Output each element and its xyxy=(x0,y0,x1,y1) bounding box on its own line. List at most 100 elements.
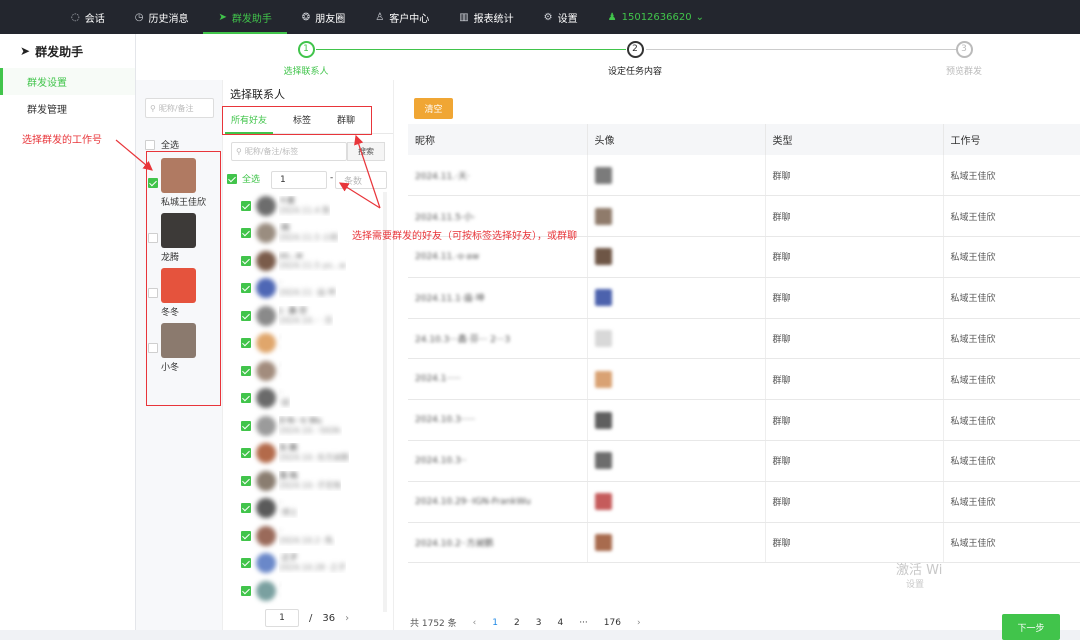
contact-row[interactable]: · · xyxy=(241,577,391,605)
step-3-label: 预览群发 xyxy=(945,67,982,77)
contact-remark: 2024.10.28 ·之子 xyxy=(279,563,346,573)
avatar xyxy=(594,534,612,552)
sidebar: ➤ 群发助手 群发设置 群发管理 xyxy=(0,34,136,630)
search-icon: ⚲ xyxy=(150,103,156,113)
contact-row[interactable]: 东·鹏 2024.10.·东方昶鹏 xyxy=(241,440,391,468)
contact-search-input[interactable]: ⚲ 昵称/备注/标签 xyxy=(231,142,347,161)
cell-nickname: 2024.1····· xyxy=(408,358,588,401)
contact-row[interactable]: · 2024.11 ·庙·坤 xyxy=(241,275,391,303)
nav-item-4[interactable]: ♙ 客户中心 xyxy=(360,0,444,34)
contact-text: · ·博士 xyxy=(279,498,298,518)
contact-name: · xyxy=(279,360,282,370)
avatar xyxy=(594,289,612,307)
nav-item-6[interactable]: ⚙ 设置 xyxy=(529,0,593,34)
contact-row[interactable]: vo...w 2024.11.5 yo...w xyxy=(241,247,391,275)
checkbox[interactable] xyxy=(241,200,251,211)
page-number[interactable]: ··· xyxy=(579,618,588,628)
sidebar-item-mass-send-manage[interactable]: 群发管理 xyxy=(0,95,135,122)
contact-row[interactable]: L· 鑫·芬 2024.10.·· ·芬 xyxy=(241,302,391,330)
avatar xyxy=(256,498,276,519)
contact-row[interactable]: 落·梅 2024.10.·子无悔 xyxy=(241,467,391,495)
contact-list: 十度 2024.11.4 数 ·刚 2024.11.5 小刚 vo...w 2024.11… xyxy=(241,192,391,612)
chevron-right-icon[interactable]: › xyxy=(637,618,641,628)
contact-text: ·刚 2024.11.5 小刚 xyxy=(279,223,338,243)
contact-name: 十度 xyxy=(279,195,295,205)
nav-item-1[interactable]: ◷ 历史消息 xyxy=(120,0,204,34)
contact-row[interactable]: ·之子 2024.10.28 ·之子 xyxy=(241,550,391,578)
range-from-input[interactable]: 1 xyxy=(271,171,327,189)
contact-pager: 1 / 36 › xyxy=(265,608,391,628)
next-step-button[interactable]: 下一步 xyxy=(1002,614,1060,640)
contact-text: · 2024.10.2··角. xyxy=(279,526,335,546)
contact-text: ·之子 2024.10.28 ·之子 xyxy=(279,553,346,573)
contact-row[interactable]: · ·博士 xyxy=(241,495,391,523)
contact-row[interactable]: · ·越 xyxy=(241,385,391,413)
contact-search-button[interactable]: 搜索 xyxy=(347,142,385,161)
contact-row[interactable]: 十度 2024.11.4 数 xyxy=(241,192,391,220)
checkbox[interactable] xyxy=(145,139,155,150)
cell-work-account: 私域王佳欣 xyxy=(943,399,1080,442)
account-select-all[interactable]: 全选 xyxy=(145,138,179,151)
cell-avatar xyxy=(587,195,766,238)
row-nickname: 2024.11.1·庙·坤 xyxy=(415,294,485,305)
cell-work-account: 私域王佳欣 xyxy=(943,318,1080,360)
user-icon: ♟ xyxy=(607,11,617,23)
page-number[interactable]: 1 xyxy=(492,618,498,628)
gear-icon: ⚙ xyxy=(543,11,553,23)
contact-list-scrollbar[interactable] xyxy=(383,192,387,612)
contact-select-all[interactable]: 全选 xyxy=(227,172,260,185)
contact-text: · ·越 xyxy=(279,388,290,408)
checkbox[interactable] xyxy=(241,585,251,596)
contact-text: 落·梅 2024.10.·子无悔 xyxy=(279,471,341,491)
clear-button[interactable]: 清空 xyxy=(414,98,453,119)
nav-item-label: 历史消息 xyxy=(148,13,189,25)
range-to-input[interactable]: 条数 xyxy=(335,171,387,189)
checkbox[interactable] xyxy=(241,283,251,294)
user-menu[interactable]: ♟ 15012636620 ⌄ xyxy=(593,0,719,34)
checkbox[interactable] xyxy=(241,558,251,569)
checkbox[interactable] xyxy=(241,475,251,486)
page-number[interactable]: 2 xyxy=(514,618,520,628)
checkbox[interactable] xyxy=(241,530,251,541)
sidebar-item-mass-send-settings[interactable]: 群发设置 xyxy=(0,68,135,95)
account-search-input[interactable]: ⚲ 昵称/备注 xyxy=(145,98,214,118)
cell-type: 群聊 xyxy=(765,481,944,523)
checkbox[interactable] xyxy=(241,393,251,404)
chevron-right-icon[interactable]: › xyxy=(345,613,349,624)
cell-avatar xyxy=(587,522,766,564)
col-header-work-account: 工作号 xyxy=(943,124,1080,155)
contact-page-input[interactable]: 1 xyxy=(265,609,299,627)
contact-row[interactable]: · 2024.10.2··角. xyxy=(241,522,391,550)
cell-work-account: 私域王佳欣 xyxy=(943,155,1080,197)
page-number[interactable]: 4 xyxy=(557,618,563,628)
checkbox[interactable] xyxy=(241,420,251,431)
checkbox[interactable] xyxy=(241,338,251,349)
nav-item-label: 客户中心 xyxy=(389,13,430,25)
page-number[interactable]: 3 xyxy=(536,618,542,628)
checkbox[interactable] xyxy=(241,228,251,239)
nav-item-2[interactable]: ➤ 群发助手 xyxy=(203,0,288,34)
contact-row[interactable]: · · xyxy=(241,357,391,385)
avatar xyxy=(594,248,612,266)
table-pager: 共 1752 条 ‹ 1 2 3 4 ··· 176 › xyxy=(410,616,641,630)
contact-name: · xyxy=(279,388,282,398)
checkbox[interactable] xyxy=(241,448,251,459)
chevron-left-icon[interactable]: ‹ xyxy=(473,618,477,628)
contact-name: 东·鹏 xyxy=(279,443,298,453)
checkbox[interactable] xyxy=(241,503,251,514)
nav-item-0[interactable]: ◌ 会话 xyxy=(56,0,120,34)
checkbox[interactable] xyxy=(227,173,237,184)
contact-text: 东·鹏 2024.10.·东方昶鹏 xyxy=(279,443,349,463)
checkbox[interactable] xyxy=(241,255,251,266)
row-nickname: 2024.10.2··方昶鹏 xyxy=(415,539,494,550)
contact-name: · xyxy=(279,333,282,343)
checkbox[interactable] xyxy=(241,365,251,376)
contact-row[interactable]: D·N-··k Wu 2024.10.··SIGN- xyxy=(241,412,391,440)
nav-item-5[interactable]: ▥ 报表统计 xyxy=(444,0,528,34)
cell-avatar xyxy=(587,236,766,278)
nav-item-3[interactable]: ❂ 朋友圈 xyxy=(287,0,360,34)
avatar xyxy=(594,166,612,184)
checkbox[interactable] xyxy=(241,310,251,321)
page-number[interactable]: 176 xyxy=(604,618,621,628)
contact-row[interactable]: · · xyxy=(241,330,391,358)
